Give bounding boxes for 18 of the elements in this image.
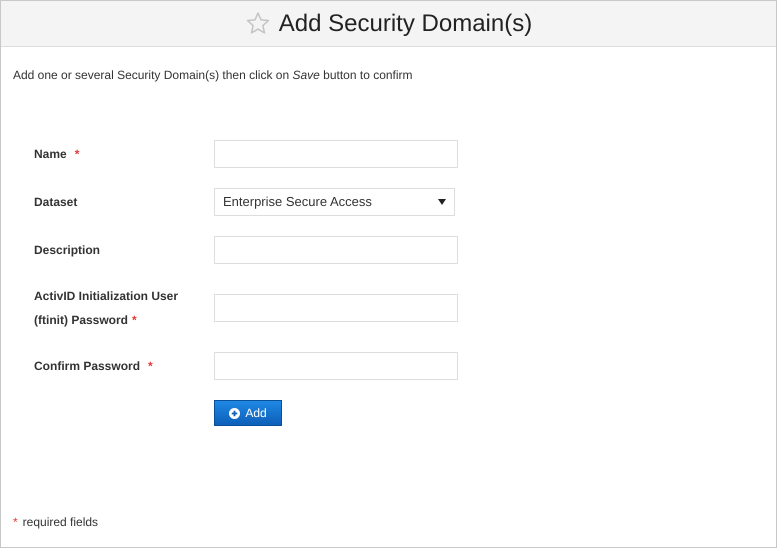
field-label: Description	[34, 243, 100, 257]
add-button[interactable]: Add	[214, 400, 282, 426]
input-field[interactable]	[214, 352, 458, 380]
required-fields-note: required fields	[22, 515, 98, 529]
field-label: ActivID Initialization User (ftinit) Password *	[34, 289, 178, 327]
field-label: Name *	[34, 147, 80, 161]
dataset-select[interactable]: Enterprise Secure Access	[214, 188, 455, 216]
intro-text: Add one or several Security Domain(s) then click on Save button to confirm	[13, 68, 413, 82]
field-label: Dataset	[34, 195, 78, 209]
input-field[interactable]	[214, 294, 458, 322]
input-field[interactable]	[214, 140, 458, 168]
star-icon	[244, 11, 271, 36]
page-title: Add Security Domain(s)	[278, 8, 532, 38]
input-field[interactable]	[214, 236, 458, 264]
field-label: Confirm Password *	[34, 359, 153, 373]
required-mark: *	[13, 515, 18, 529]
plus-circle-icon	[229, 408, 240, 418]
dropdown-caret-icon	[438, 199, 446, 205]
